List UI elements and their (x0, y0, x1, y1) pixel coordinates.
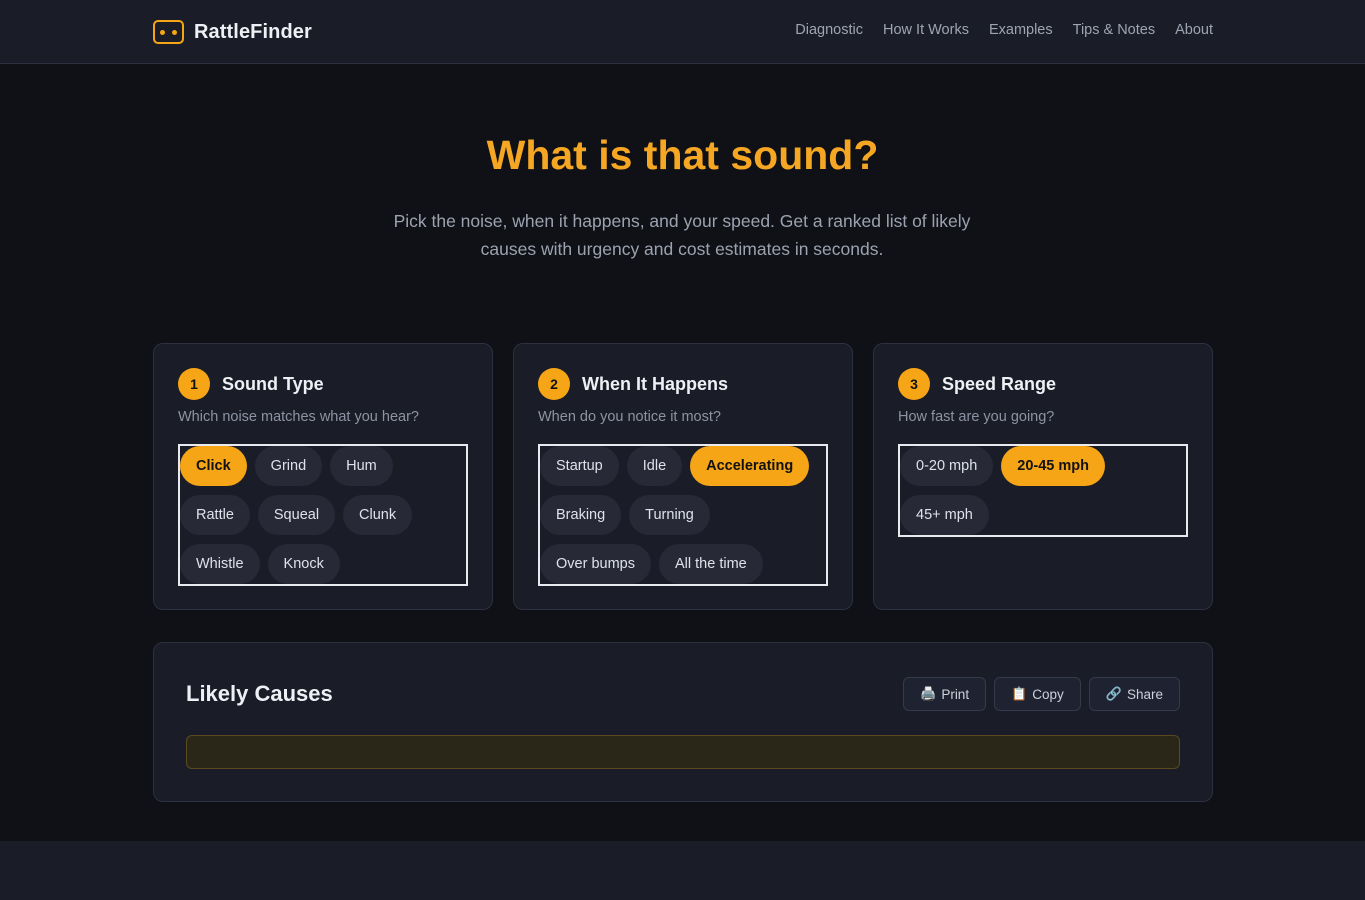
option-chip-20-45-mph[interactable]: 20-45 mph (1001, 446, 1105, 486)
copy-button[interactable]: 📋 Copy (994, 677, 1081, 711)
option-chip-knock[interactable]: Knock (267, 544, 340, 584)
option-chip-clunk[interactable]: Clunk (343, 495, 413, 535)
likely-causes-panel: Likely Causes 🖨️ Print 📋 Copy 🔗 Share (153, 642, 1213, 802)
option-chip-over-bumps[interactable]: Over bumps (540, 544, 651, 584)
cassette-icon (153, 20, 184, 44)
brand-logo[interactable]: RattleFinder (153, 19, 312, 45)
nav-link-about[interactable]: About (1175, 22, 1213, 38)
top-navbar: RattleFinder Diagnostic How It Works Exa… (0, 0, 1365, 64)
option-chip-startup[interactable]: Startup (540, 446, 619, 486)
option-chip-grind[interactable]: Grind (254, 446, 323, 486)
card-header: 3 Speed Range (898, 368, 1056, 400)
results-placeholder-bar (186, 735, 1180, 769)
step-card-sound-type: 1 Sound Type Which noise matches what yo… (153, 343, 493, 610)
main-nav: Diagnostic How It Works Examples Tips & … (795, 22, 1213, 38)
nav-link-how-it-works[interactable]: How It Works (883, 22, 969, 38)
nav-link-examples[interactable]: Examples (989, 22, 1053, 38)
card-description: Which noise matches what you hear? (178, 409, 419, 425)
option-chip-rattle[interactable]: Rattle (180, 495, 250, 535)
option-chip-accelerating[interactable]: Accelerating (690, 446, 810, 486)
option-chip-hum[interactable]: Hum (330, 446, 393, 486)
nav-link-tips-notes[interactable]: Tips & Notes (1073, 22, 1155, 38)
step-card-when-it-happens: 2 When It Happens When do you notice it … (513, 343, 853, 610)
step-number-badge: 3 (898, 368, 930, 400)
option-group: Startup Idle Accelerating Braking Turning Ove… (538, 444, 828, 586)
print-button-label: Print (941, 686, 970, 702)
printer-icon: 🖨️ (920, 686, 937, 701)
card-header: 2 When It Happens (538, 368, 728, 400)
step-number-badge: 2 (538, 368, 570, 400)
link-icon: 🔗 (1105, 686, 1122, 701)
option-chip-click[interactable]: Click (180, 446, 247, 486)
card-title: When It Happens (582, 373, 729, 394)
hero-subtitle: Pick the noise, when it happens, and you… (393, 211, 971, 259)
clipboard-icon: 📋 (1011, 686, 1028, 701)
option-chip-whistle[interactable]: Whistle (180, 544, 260, 584)
print-button[interactable]: 🖨️ Print (903, 677, 987, 711)
option-chip-idle[interactable]: Idle (626, 446, 683, 486)
share-button[interactable]: 🔗 Share (1088, 677, 1180, 711)
option-chip-all-the-time[interactable]: All the time (658, 544, 763, 584)
option-group: 0-20 mph 20-45 mph 45+ mph (898, 444, 1188, 537)
step-number-badge: 1 (178, 368, 210, 400)
copy-button-label: Copy (1032, 686, 1064, 702)
option-chip-squeal[interactable]: Squeal (257, 495, 336, 535)
option-group: Click Grind Hum Rattle Squeal Clunk Whistle Kno… (178, 444, 468, 586)
results-actions: 🖨️ Print 📋 Copy 🔗 Share (903, 677, 1180, 711)
footer (0, 841, 1365, 900)
option-chip-0-20-mph[interactable]: 0-20 mph (900, 446, 994, 486)
option-chip-45-mph[interactable]: 45+ mph (900, 495, 989, 535)
nav-link-diagnostic[interactable]: Diagnostic (795, 22, 863, 38)
brand-name: RattleFinder (194, 20, 312, 43)
hero-title: What is that sound? (486, 132, 879, 178)
results-title: Likely Causes (186, 681, 333, 706)
card-title: Speed Range (942, 373, 1057, 394)
share-button-label: Share (1126, 686, 1163, 702)
card-title: Sound Type (222, 373, 324, 394)
option-chip-turning[interactable]: Turning (629, 495, 710, 535)
card-header: 1 Sound Type (178, 368, 324, 400)
option-chip-braking[interactable]: Braking (540, 495, 622, 535)
card-description: How fast are you going? (898, 409, 1055, 425)
card-description: When do you notice it most? (538, 409, 721, 425)
step-card-speed-range: 3 Speed Range How fast are you going? 0-… (873, 343, 1213, 610)
